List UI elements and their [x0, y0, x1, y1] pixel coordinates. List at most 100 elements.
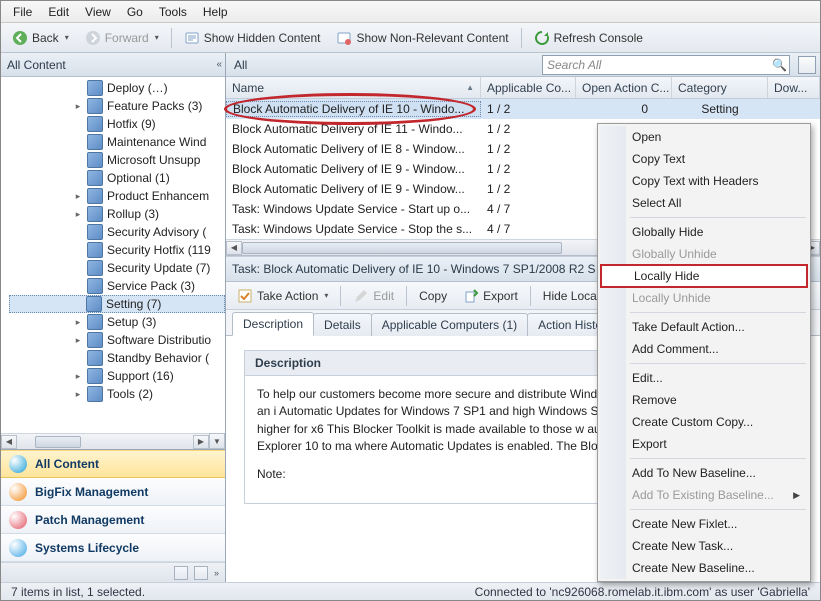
take-action-drop-icon[interactable]: ▾ [324, 291, 328, 300]
toggle-details-button[interactable] [798, 56, 816, 74]
expand-icon[interactable]: ▸ [73, 335, 83, 346]
context-menu-item[interactable]: Add Comment... [600, 338, 808, 360]
back-drop-icon[interactable]: ▾ [65, 33, 69, 42]
col-applicable[interactable]: Applicable Co... [481, 77, 576, 98]
tree-hscroll-track[interactable] [17, 435, 193, 449]
refresh-button[interactable]: Refresh Console [527, 27, 650, 49]
show-hidden-button[interactable]: Show Hidden Content [177, 27, 328, 49]
menu-tools[interactable]: Tools [151, 3, 195, 21]
tab-applicable-computers[interactable]: Applicable Computers (1) [371, 313, 528, 336]
context-menu-item[interactable]: Remove [600, 389, 808, 411]
context-menu[interactable]: OpenCopy TextCopy Text with HeadersSelec… [597, 123, 811, 582]
back-button[interactable]: Back ▾ [5, 27, 76, 49]
forward-label: Forward [105, 31, 149, 45]
tree-node[interactable]: ▸Hotfix (9) [9, 115, 225, 133]
col-open-action[interactable]: Open Action C... [576, 77, 672, 98]
export-button[interactable]: Export [456, 285, 525, 307]
table-row[interactable]: Block Automatic Delivery of IE 10 - Wind… [226, 99, 820, 119]
collapse-left-icon[interactable]: « [216, 59, 219, 70]
nav-overflow-2[interactable] [194, 566, 208, 580]
tree-node[interactable]: ▸Security Update (7) [9, 259, 225, 277]
tree-node-label: Security Update (7) [107, 261, 210, 275]
context-menu-item[interactable]: Select All [600, 192, 808, 214]
context-menu-item[interactable]: Copy Text [600, 148, 808, 170]
nav-item[interactable]: Systems Lifecycle [1, 534, 225, 562]
context-menu-item[interactable]: Copy Text with Headers [600, 170, 808, 192]
col-name[interactable]: Name▲ [226, 77, 481, 98]
context-menu-item[interactable]: Globally Hide [600, 221, 808, 243]
expand-icon[interactable]: ▸ [73, 389, 83, 400]
expand-icon[interactable]: ▸ [73, 371, 83, 382]
col-download[interactable]: Dow... [768, 77, 820, 98]
nav-icon [9, 511, 27, 529]
tree-node[interactable]: ▸Microsoft Unsupp [9, 151, 225, 169]
menu-file[interactable]: File [5, 3, 40, 21]
forward-button[interactable]: Forward ▾ [78, 27, 166, 49]
tree-view[interactable]: ▸Deploy (…)▸Feature Packs (3)▸Hotfix (9)… [1, 77, 225, 449]
grid-hscroll-thumb[interactable] [242, 242, 562, 254]
expand-icon[interactable]: ▸ [73, 209, 83, 220]
take-action-button[interactable]: Take Action ▾ [230, 285, 335, 307]
expand-icon[interactable]: ▸ [73, 101, 83, 112]
tree-hscroll[interactable]: ◀ ▶ [1, 433, 209, 449]
tree-node[interactable]: ▸Support (16) [9, 367, 225, 385]
search-input[interactable]: Search All 🔍 [542, 55, 790, 75]
tree-node[interactable]: ▸Deploy (…) [9, 79, 225, 97]
tree-node[interactable]: ▸Security Hotfix (119 [9, 241, 225, 259]
copy-button[interactable]: Copy [412, 286, 454, 306]
right-header-title: All [230, 58, 538, 72]
tree-node[interactable]: ▸Setup (3) [9, 313, 225, 331]
tree-node[interactable]: ▸Product Enhancem [9, 187, 225, 205]
context-menu-item[interactable]: Create New Baseline... [600, 557, 808, 579]
tree-node[interactable]: ▸Setting (7) [9, 295, 225, 313]
tree-hscroll-thumb[interactable] [35, 436, 81, 448]
context-menu-item[interactable]: Locally Hide [600, 264, 808, 288]
tree-hscroll-left-icon[interactable]: ◀ [1, 435, 17, 449]
context-menu-item[interactable]: Create New Task... [600, 535, 808, 557]
nav-item[interactable]: All Content [1, 450, 225, 478]
cell-category: Setting [672, 102, 768, 116]
nav-overflow-chevron-icon[interactable]: » [214, 568, 219, 578]
grid-hscroll-left-icon[interactable]: ◀ [226, 241, 242, 255]
context-menu-item[interactable]: Export [600, 433, 808, 455]
tree-node[interactable]: ▸Optional (1) [9, 169, 225, 187]
context-menu-item[interactable]: Add To New Baseline... [600, 462, 808, 484]
menu-view[interactable]: View [77, 3, 119, 21]
tree-node[interactable]: ▸Security Advisory ( [9, 223, 225, 241]
tree-node[interactable]: ▸Software Distributio [9, 331, 225, 349]
cell-name: Task: Windows Update Service - Stop the … [226, 222, 481, 236]
tree-node-label: Tools (2) [107, 387, 153, 401]
tree-node[interactable]: ▸Service Pack (3) [9, 277, 225, 295]
tab-description[interactable]: Description [232, 312, 314, 336]
nav-overflow-1[interactable] [174, 566, 188, 580]
expand-icon[interactable]: ▸ [73, 191, 83, 202]
tree-node[interactable]: ▸ Tools (2) [9, 385, 225, 403]
menu-help[interactable]: Help [195, 3, 236, 21]
tree-node[interactable]: ▸Maintenance Wind [9, 133, 225, 151]
search-icon[interactable]: 🔍 [772, 58, 787, 72]
tree-node[interactable]: ▸Feature Packs (3) [9, 97, 225, 115]
context-menu-item[interactable]: Create Custom Copy... [600, 411, 808, 433]
tree-node[interactable]: ▸Standby Behavior ( [9, 349, 225, 367]
menu-go[interactable]: Go [119, 3, 151, 21]
tree-hscroll-right-icon[interactable]: ▶ [193, 435, 209, 449]
show-nonrelevant-button[interactable]: Show Non-Relevant Content [329, 27, 515, 49]
col-name-label: Name [232, 81, 264, 95]
tree-vscroll-down-icon[interactable]: ▼ [209, 433, 225, 449]
forward-drop-icon[interactable]: ▾ [155, 33, 159, 42]
tree-node[interactable]: ▸Rollup (3) [9, 205, 225, 223]
context-menu-item[interactable]: Take Default Action... [600, 316, 808, 338]
expand-icon[interactable]: ▸ [73, 317, 83, 328]
tab-details[interactable]: Details [313, 313, 372, 336]
cell-applicable: 1 / 2 [481, 142, 576, 156]
menu-bar: File Edit View Go Tools Help [1, 1, 820, 23]
nav-item[interactable]: BigFix Management [1, 478, 225, 506]
menu-edit[interactable]: Edit [40, 3, 77, 21]
context-menu-item[interactable]: Open [600, 126, 808, 148]
context-menu-item[interactable]: Create New Fixlet... [600, 513, 808, 535]
edit-button[interactable]: Edit [346, 285, 401, 307]
nav-overflow-strip: » [1, 562, 225, 582]
col-category[interactable]: Category [672, 77, 768, 98]
context-menu-item[interactable]: Edit... [600, 367, 808, 389]
nav-item[interactable]: Patch Management [1, 506, 225, 534]
